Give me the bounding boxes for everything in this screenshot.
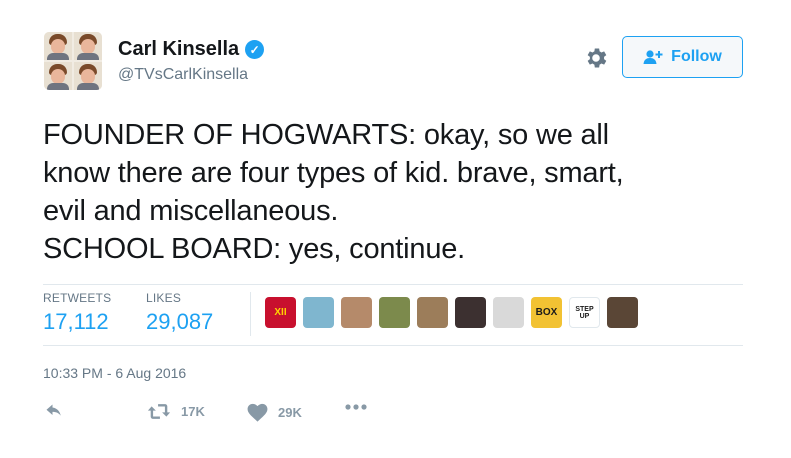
liker-avatar[interactable] [379,297,410,328]
likes-label: LIKES [146,291,182,305]
tweet-timestamp[interactable]: 10:33 PM - 6 Aug 2016 [43,365,186,381]
gear-icon[interactable] [583,45,609,71]
likes-stat[interactable]: LIKES 29,087 [146,291,213,335]
likes-count[interactable]: 29,087 [146,309,213,335]
liker-avatar[interactable] [417,297,448,328]
retweets-label: RETWEETS [43,291,112,305]
liker-avatars: XII BOX STEP UP [265,297,638,328]
author-name-row[interactable]: Carl Kinsella ✓ [118,38,265,61]
liker-avatar[interactable]: BOX [531,297,562,328]
retweets-count[interactable]: 17,112 [43,309,111,335]
liker-avatar[interactable] [455,297,486,328]
follow-button-label: Follow [671,48,722,65]
author-handle[interactable]: @TVsCarlKinsella [118,66,248,84]
author-name[interactable]: Carl Kinsella [118,38,239,61]
more-button[interactable] [344,403,368,411]
stats-top-divider [43,284,743,285]
retweets-stat[interactable]: RETWEETS 17,112 [43,291,111,335]
stats-bottom-divider [43,345,743,346]
tweet-text: FOUNDER OF HOGWARTS: okay, so we all kno… [43,116,743,268]
stats-separator [250,292,251,336]
reply-icon [46,404,61,416]
liker-avatar[interactable] [607,297,638,328]
avatar-photo-3 [44,62,72,90]
avatar[interactable] [44,32,102,90]
tweet-line: know there are four types of kid. brave,… [43,157,624,189]
add-user-icon [643,50,663,64]
retweet-icon [147,404,171,419]
liker-avatar[interactable]: XII [265,297,296,328]
retweet-count: 17K [181,404,205,419]
liker-avatar[interactable] [493,297,524,328]
like-button[interactable]: 29K [247,403,302,422]
avatar-photo-1 [44,32,72,60]
heart-icon [247,403,268,422]
liker-avatar[interactable] [303,297,334,328]
more-dots-icon [345,404,367,410]
reply-button[interactable] [43,403,65,421]
liker-avatar[interactable]: STEP UP [569,297,600,328]
follow-button[interactable]: Follow [622,36,743,78]
avatar-photo-4 [74,62,102,90]
tweet-line: evil and miscellaneous. [43,195,339,227]
tweet-line: SCHOOL BOARD: yes, continue. [43,233,466,265]
retweet-button[interactable]: 17K [147,403,205,420]
verified-badge-icon: ✓ [245,40,265,59]
avatar-photo-2 [74,32,102,60]
liker-avatar[interactable] [341,297,372,328]
like-count: 29K [278,405,302,420]
tweet-line: FOUNDER OF HOGWARTS: okay, so we all [43,119,609,151]
